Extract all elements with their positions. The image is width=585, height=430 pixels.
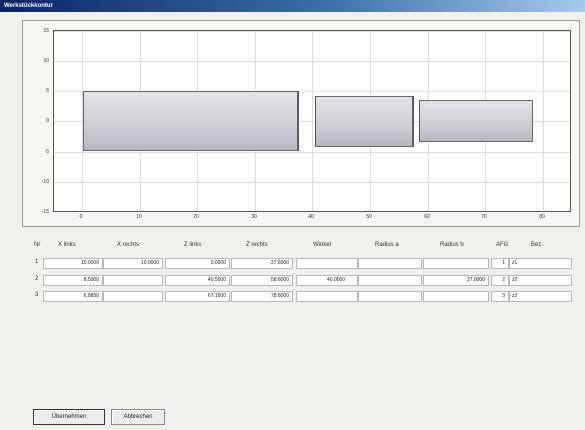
col-header-radius-b: Radius b: [440, 242, 464, 248]
col-header-x-rechts: X rechts: [117, 242, 140, 248]
afg-cell[interactable]: 1: [491, 258, 509, 269]
window-title: Werkstückkontur: [0, 0, 585, 12]
x-links-cell[interactable]: 10.0000: [43, 258, 103, 269]
shaft-segment-3: [418, 100, 534, 142]
x-tick-label: 40: [308, 214, 314, 220]
bez-cell[interactable]: z2: [509, 275, 572, 286]
plot-area: [53, 30, 571, 212]
transition-edge-1-2: [314, 95, 316, 147]
z-rechts-cell[interactable]: 37.6000: [231, 258, 293, 269]
transition-edge-2-1: [412, 95, 414, 147]
z-links-cell[interactable]: 67.1600: [165, 291, 230, 302]
col-header-z-links: Z links: [184, 242, 202, 248]
x-tick-label: 20: [193, 214, 199, 220]
cancel-button[interactable]: Abbrechen: [111, 409, 165, 425]
grid-line: [54, 31, 570, 32]
y-tick-label: -10: [41, 179, 49, 185]
y-tick-label: -15: [41, 209, 49, 215]
z-links-cell[interactable]: 0.0000: [165, 258, 230, 269]
x-rechts-cell[interactable]: [103, 291, 163, 302]
contour-chart: 15 10 5 0 -5 -10 -15 0 10 20 30 40 50 60…: [22, 20, 580, 227]
x-tick-label: 50: [366, 214, 372, 220]
y-tick-label: 15: [43, 28, 49, 34]
x-tick-label: 10: [136, 214, 142, 220]
x-tick-label: 60: [424, 214, 430, 220]
col-header-winkel: Winkel: [313, 242, 332, 248]
winkel-cell[interactable]: [296, 258, 358, 269]
radius-a-cell[interactable]: [358, 275, 422, 286]
bez-cell[interactable]: z1: [509, 258, 572, 269]
z-rechts-cell[interactable]: 78.6000: [231, 291, 293, 302]
y-tick-label: 0: [46, 118, 49, 124]
grid-line: [54, 152, 570, 153]
col-header-bez: Bez.: [531, 242, 544, 248]
x-rechts-cell[interactable]: [103, 275, 163, 286]
shaft-segment-1: [82, 91, 299, 151]
afg-cell[interactable]: 2: [491, 275, 509, 286]
col-header-nr: Nr: [34, 242, 41, 248]
row-number: 3: [35, 292, 39, 298]
x-links-cell[interactable]: 6.8850: [43, 291, 103, 302]
grid-line: [54, 61, 570, 62]
radius-a-cell[interactable]: [358, 258, 422, 269]
x-tick-label: 80: [539, 214, 545, 220]
col-header-radius-a: Radius a: [375, 242, 399, 248]
y-tick-label: 10: [43, 58, 49, 64]
x-links-cell[interactable]: 8.5000: [43, 275, 103, 286]
afg-cell[interactable]: 3: [491, 291, 509, 302]
transition-edge-1-1: [298, 91, 300, 151]
row-number: 2: [35, 276, 39, 282]
col-header-afg: AFG: [496, 242, 509, 248]
z-rechts-cell[interactable]: 58.6000: [231, 275, 293, 286]
x-tick-label: 30: [251, 214, 257, 220]
transition-edge-2-2: [418, 100, 420, 142]
radius-b-cell[interactable]: 37.0000: [423, 275, 489, 286]
x-tick-label: 70: [481, 214, 487, 220]
winkel-cell[interactable]: [296, 291, 358, 302]
z-links-cell[interactable]: 40.5000: [165, 275, 230, 286]
winkel-cell[interactable]: 40.0000: [296, 275, 358, 286]
x-tick-label: 0: [79, 214, 83, 220]
col-header-z-rechts: Z rechts: [246, 242, 268, 248]
accept-button[interactable]: Übernehmen: [33, 409, 105, 425]
radius-a-cell[interactable]: [358, 291, 422, 302]
bez-cell[interactable]: z3: [509, 291, 572, 302]
col-header-x-links: X links: [58, 242, 76, 248]
x-rechts-cell[interactable]: 10.0000: [103, 258, 163, 269]
shaft-segment-2: [314, 95, 413, 147]
grid-line: [54, 182, 570, 183]
radius-b-cell[interactable]: [423, 291, 489, 302]
radius-b-cell[interactable]: [423, 258, 489, 269]
y-tick-label: 5: [46, 88, 49, 94]
y-tick-label: -5: [44, 149, 49, 155]
row-number: 1: [35, 259, 39, 265]
